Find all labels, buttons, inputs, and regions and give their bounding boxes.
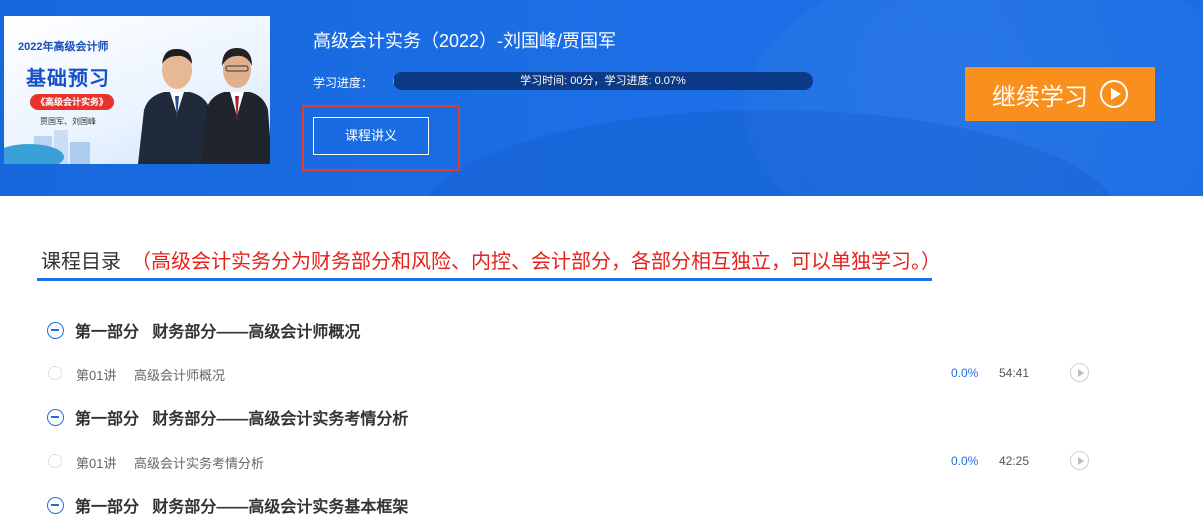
lesson-duration: 54:41 <box>999 366 1030 380</box>
progress-bar: 学习时间: 00分，学习进度: 0.07% <box>393 72 813 90</box>
lesson-progress: 0.0% <box>951 366 979 380</box>
lesson-row[interactable]: 第01讲 高级会计实务考情分析 0.0% 42:25 <box>48 450 1093 472</box>
section-title: 第一部分 财务部分——高级会计师概况 <box>75 324 361 341</box>
lesson-status-icon <box>48 366 62 380</box>
catalog-underline <box>37 278 932 281</box>
play-icon[interactable] <box>1070 363 1089 382</box>
course-cover-image: 2022年高级会计师 基础预习 《高级会计实务》 贾国军、刘国峰 <box>4 16 270 164</box>
catalog-title: 课程目录 <box>41 251 121 273</box>
lesson-number: 第01讲 <box>76 456 117 471</box>
continue-learning-button[interactable]: 继续学习 <box>965 67 1155 121</box>
cover-year-text: 2022年高级会计师 <box>18 41 109 53</box>
catalog-section[interactable]: 第一部分 财务部分——高级会计实务考情分析 <box>47 406 408 428</box>
continue-learning-label: 继续学习 <box>992 83 1088 111</box>
catalog-section[interactable]: 第一部分 财务部分——高级会计实务基本框架 <box>47 494 408 516</box>
lesson-progress: 0.0% <box>951 454 979 468</box>
lesson-row[interactable]: 第01讲 高级会计师概况 0.0% 54:41 <box>48 362 1093 384</box>
play-circle-icon <box>1100 80 1128 108</box>
lesson-status-icon <box>48 454 62 468</box>
collapse-icon[interactable] <box>47 496 64 514</box>
course-title: 高级会计实务（2022）-刘国峰/贾国军 <box>313 31 617 51</box>
catalog-heading: 课程目录 （高级会计实务分为财务部分和风险、内控、会计部分，各部分相互独立，可以单… <box>41 245 941 274</box>
course-handout-button[interactable]: 课程讲义 <box>313 117 429 155</box>
catalog-note: （高级会计实务分为财务部分和风险、内控、会计部分，各部分相互独立，可以单独学习。… <box>131 251 941 273</box>
cover-main-text: 基础预习 <box>26 68 110 90</box>
collapse-icon[interactable] <box>47 321 64 339</box>
lesson-name[interactable]: 高级会计师概况 <box>134 365 225 384</box>
lesson-duration: 42:25 <box>999 454 1030 468</box>
section-title: 第一部分 财务部分——高级会计实务考情分析 <box>75 411 409 428</box>
cover-subject-tag: 《高级会计实务》 <box>30 94 115 110</box>
section-title: 第一部分 财务部分——高级会计实务基本框架 <box>75 499 409 516</box>
play-icon[interactable] <box>1070 451 1089 470</box>
teacher-photo-2 <box>202 48 270 164</box>
progress-label: 学习进度： <box>313 76 374 90</box>
lesson-number: 第01讲 <box>76 368 117 383</box>
collapse-icon[interactable] <box>47 408 64 426</box>
lesson-name[interactable]: 高级会计实务考情分析 <box>134 453 264 472</box>
progress-text: 学习时间: 00分，学习进度: 0.07% <box>520 75 686 87</box>
course-header: 2022年高级会计师 基础预习 《高级会计实务》 贾国军、刘国峰 高级会计实务（… <box>0 0 1203 196</box>
catalog-section[interactable]: 第一部分 财务部分——高级会计师概况 <box>47 319 360 341</box>
cover-authors: 贾国军、刘国峰 <box>40 117 96 126</box>
